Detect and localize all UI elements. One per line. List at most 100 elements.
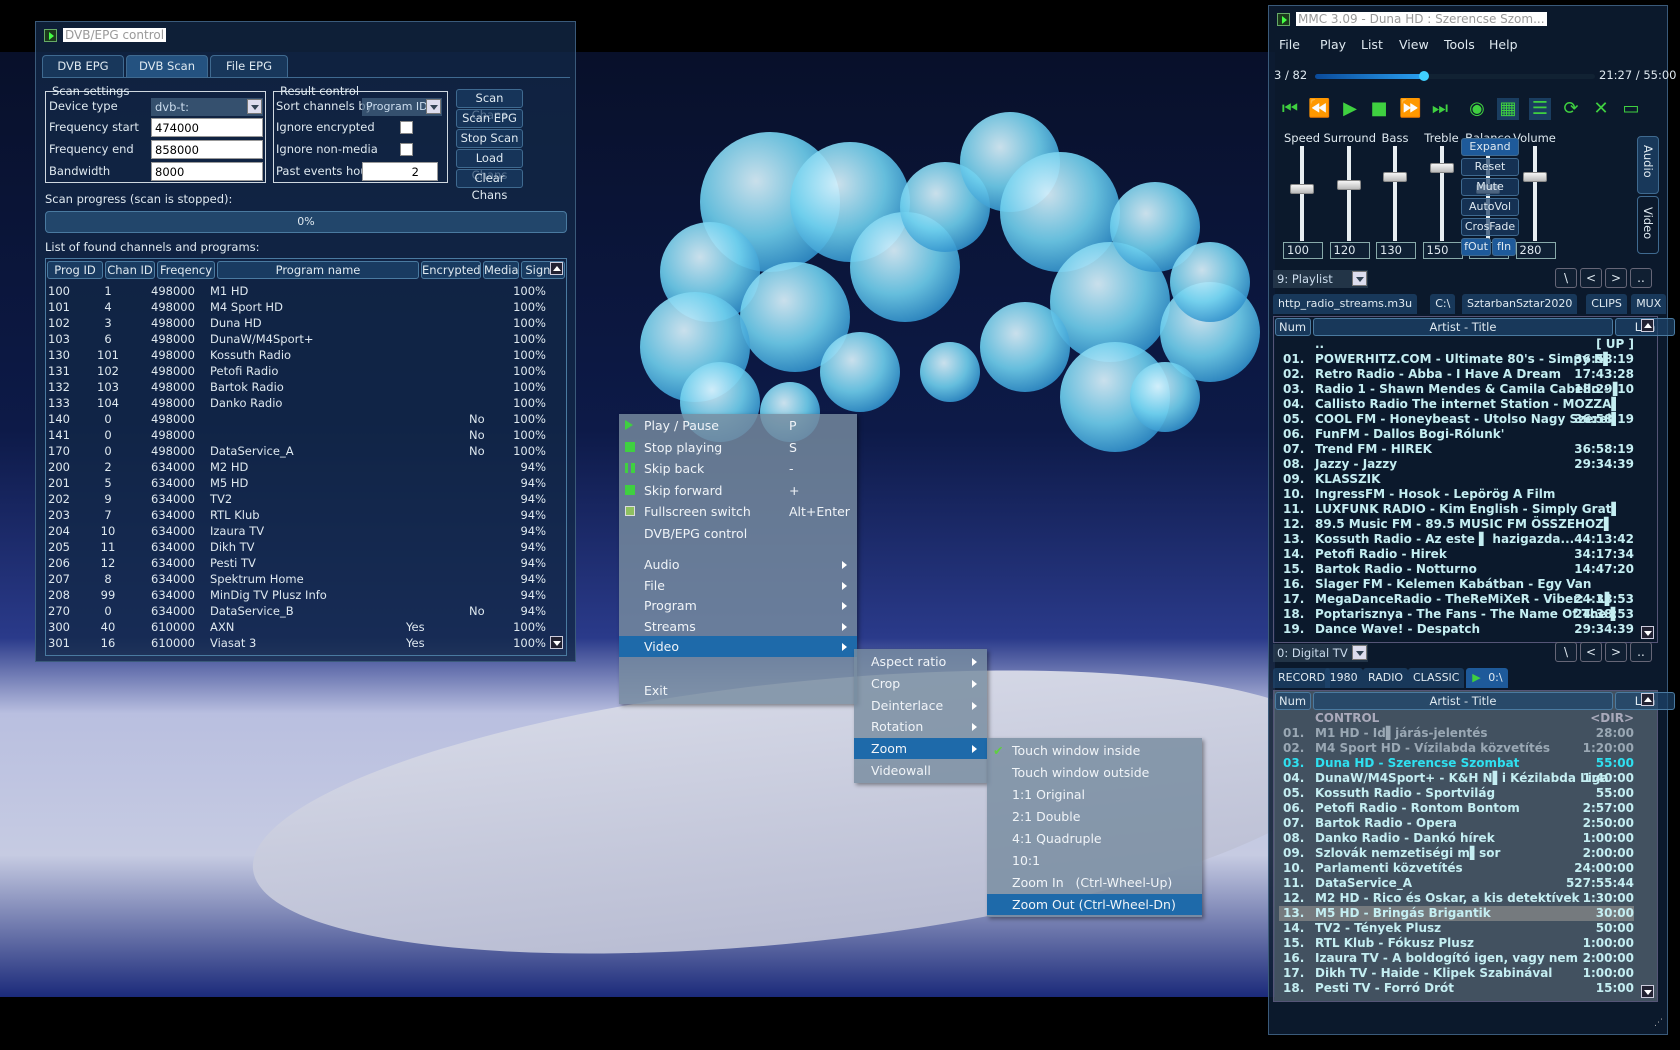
tab-dvb-scan[interactable]: DVB Scan <box>126 55 208 77</box>
playlist-tab[interactable]: SztarbanSztar2020 <box>1462 294 1578 314</box>
menu-item-skip-forward[interactable]: Skip forward + <box>619 480 857 501</box>
table-row[interactable]: 207 8 634000 Spektrum Home 94% <box>36 571 546 587</box>
cd-button[interactable]: ◉ <box>1466 98 1488 120</box>
nav-button[interactable]: .. <box>1630 642 1652 662</box>
column-header[interactable]: Media <box>483 261 519 279</box>
menu-item-audio[interactable]: Audio <box>619 554 857 575</box>
playlist-tab[interactable]: 1980 <box>1324 668 1363 688</box>
menu-item-stop-playing[interactable]: Stop playing S <box>619 437 857 458</box>
table-row[interactable]: 103 6 498000 DunaW/M4Sport+ 100% <box>36 331 546 347</box>
table-row[interactable]: 102 3 498000 Duna HD 100% <box>36 315 546 331</box>
repeat-button[interactable]: ⟳ <box>1560 98 1582 120</box>
playlist-row[interactable]: 16. Slager FM - Kelemen Kabátban - Egy Va… <box>1279 577 1634 592</box>
playlist-tab[interactable]: CLIPS <box>1586 294 1627 314</box>
playlist-row[interactable]: 13. M5 HD - Bringás Brigantik 30:00 <box>1279 906 1634 921</box>
nav-button[interactable]: > <box>1605 268 1627 288</box>
playlist-row[interactable]: 05. Kossuth Radio - Sportvilág 55:00 <box>1279 786 1634 801</box>
playlist-tab[interactable]: ▶ 0:\ <box>1466 668 1508 688</box>
scan-button-stop-scan[interactable]: Stop Scan <box>456 129 523 148</box>
slider-treble[interactable] <box>1429 146 1454 241</box>
table-row[interactable]: 200 2 634000 M2 HD 94% <box>36 459 546 475</box>
playlist-row[interactable]: 08. Jazzy - Jazzy 29:34:39 <box>1279 457 1634 472</box>
sort-select[interactable]: Program ID <box>362 98 442 116</box>
menu-item-streams[interactable]: Streams <box>619 616 857 637</box>
table-row[interactable]: 301 16 610000 Viasat 3 Yes 100% <box>36 635 546 651</box>
menu-item-zoom-option[interactable]: ✔ Touch window inside <box>987 740 1202 761</box>
playlist-row[interactable]: 07. Trend FM - HIREK 36:58:19 <box>1279 442 1634 457</box>
column-header[interactable]: Program name <box>217 261 419 279</box>
menu-item-aspect-ratio[interactable]: Aspect ratio <box>854 651 987 672</box>
playlist-row[interactable]: 02. Retro Radio - Abba - I Have A Dream 17… <box>1279 367 1634 382</box>
playlist-row[interactable]: 07. Bartok Radio - Opera 2:50:00 <box>1279 816 1634 831</box>
playlist-row[interactable]: 08. Danko Radio - Dankó hírek 1:00:00 <box>1279 831 1634 846</box>
ignore-encrypted-checkbox[interactable] <box>400 121 413 134</box>
slider-handle[interactable] <box>1383 171 1407 182</box>
slider-handle[interactable] <box>1290 184 1314 195</box>
nav-button[interactable]: \ <box>1555 642 1577 662</box>
slider-surround[interactable] <box>1336 146 1361 241</box>
menu-item-rotation[interactable]: Rotation <box>854 716 987 737</box>
play-button[interactable]: ▶ <box>1339 98 1361 120</box>
scroll-up-button[interactable] <box>550 262 563 275</box>
table-row[interactable]: 205 11 634000 Dikh TV 94% <box>36 539 546 555</box>
fade-out-button[interactable]: fOut <box>1461 238 1491 256</box>
playlist-row[interactable]: 01. M1 HD - Id▌járás-jelentés 28:00 <box>1279 726 1634 741</box>
seek-bar[interactable] <box>1315 71 1595 81</box>
stop-button[interactable]: ■ <box>1368 98 1390 120</box>
playlist-row[interactable]: 03. Radio 1 - Shawn Mendes & Camila Cabel… <box>1279 382 1634 397</box>
playlist-row[interactable]: 09. Szlovák nemzetiségi m▌sor 2:00:00 <box>1279 846 1634 861</box>
mute-button[interactable]: Mute <box>1461 178 1519 196</box>
table-row[interactable]: 100 1 498000 M1 HD 100% <box>36 283 546 299</box>
scroll-up-button[interactable] <box>1641 693 1654 706</box>
playlist-tab[interactable]: CLASSIC <box>1408 668 1465 688</box>
slider-bass[interactable] <box>1383 146 1407 241</box>
menu-help[interactable]: Help <box>1489 37 1518 52</box>
menu-item-zoom-option[interactable]: Touch window outside <box>987 762 1202 783</box>
playlist-row[interactable]: 04. Callisto Radio The internet Station -… <box>1279 397 1634 412</box>
scan-button-scan-epg[interactable]: Scan EPG <box>456 109 523 128</box>
skip-first-button[interactable]: ⏮ <box>1279 98 1301 120</box>
menu-item-fullscreen-switch[interactable]: Fullscreen switch Alt+Enter <box>619 501 857 522</box>
menu-item-file[interactable]: File <box>619 575 857 596</box>
playlist-tab[interactable]: MUX <box>1631 294 1667 314</box>
menu-item-dvb-epg-control[interactable]: DVB/EPG control <box>619 523 857 544</box>
table-row[interactable]: 300 40 610000 AXN Yes 100% <box>36 619 546 635</box>
menu-tools[interactable]: Tools <box>1444 37 1475 52</box>
monitor-button[interactable]: ▭ <box>1620 98 1642 120</box>
nav-button[interactable]: .. <box>1630 268 1652 288</box>
parent-directory-row[interactable]: .. [ UP ] <box>1279 337 1634 352</box>
table-row[interactable]: 131 102 498000 Petofi Radio 100% <box>36 363 546 379</box>
menu-item-zoom[interactable]: Zoom <box>854 738 987 760</box>
rewind-button[interactable]: ⏪ <box>1308 98 1330 120</box>
spinbox-speed[interactable]: 100 <box>1283 242 1323 259</box>
fast-forward-button[interactable]: ⏩ <box>1399 98 1421 120</box>
column-header[interactable]: Artist - Title <box>1313 318 1613 336</box>
scan-button-scan-chans[interactable]: Scan Chans <box>456 89 523 122</box>
playlist-row[interactable]: 12. M2 HD - Rico és Oskar, a kis detektív… <box>1279 891 1634 906</box>
menu-item-zoom-option[interactable]: 1:1 Original <box>987 784 1202 805</box>
table-row[interactable]: 270 0 634000 DataService_B No 94% <box>36 603 546 619</box>
table-row[interactable]: 203 7 634000 RTL Klub 94% <box>36 507 546 523</box>
slider-handle[interactable] <box>1429 163 1454 173</box>
playlist-row[interactable]: 14. Petofi Radio - Hirek 34:17:34 <box>1279 547 1634 562</box>
menu-item-zoom-option[interactable]: Zoom In (Ctrl-Wheel-Up) <box>987 872 1202 893</box>
slider-speed[interactable] <box>1290 146 1314 241</box>
scroll-up-button[interactable] <box>1641 319 1654 332</box>
ignore-nonmedia-checkbox[interactable] <box>400 143 413 156</box>
menu-item-video[interactable]: Video <box>619 636 857 657</box>
playlist-row[interactable]: 10. Parlamenti közvetítés 24:00:00 <box>1279 861 1634 876</box>
table-row[interactable]: 170 0 498000 DataService_A No 100% <box>36 443 546 459</box>
playlist-row[interactable]: 15. Bartok Radio - Notturno 14:47:20 <box>1279 562 1634 577</box>
playlist-tab[interactable]: C:\ <box>1430 294 1456 314</box>
nav-button[interactable]: < <box>1580 268 1602 288</box>
past-events-spinner[interactable]: 2 <box>362 162 438 181</box>
expand-button[interactable]: Expand <box>1461 138 1519 156</box>
menu-item-videowall[interactable]: Videowall <box>854 760 987 781</box>
table-row[interactable]: 202 9 634000 TV2 94% <box>36 491 546 507</box>
menu-item-zoom-option[interactable]: 4:1 Quadruple <box>987 828 1202 849</box>
scan-button-load-chans[interactable]: Load Chans <box>456 149 523 182</box>
slider-volume[interactable] <box>1522 146 1547 241</box>
scroll-down-button[interactable] <box>1641 626 1654 639</box>
menu-item-zoom-option[interactable]: Zoom Out (Ctrl-Wheel-Dn) <box>987 894 1202 915</box>
playlist-row[interactable]: 15. RTL Klub - Fókusz Plusz 1:00:00 <box>1279 936 1634 951</box>
